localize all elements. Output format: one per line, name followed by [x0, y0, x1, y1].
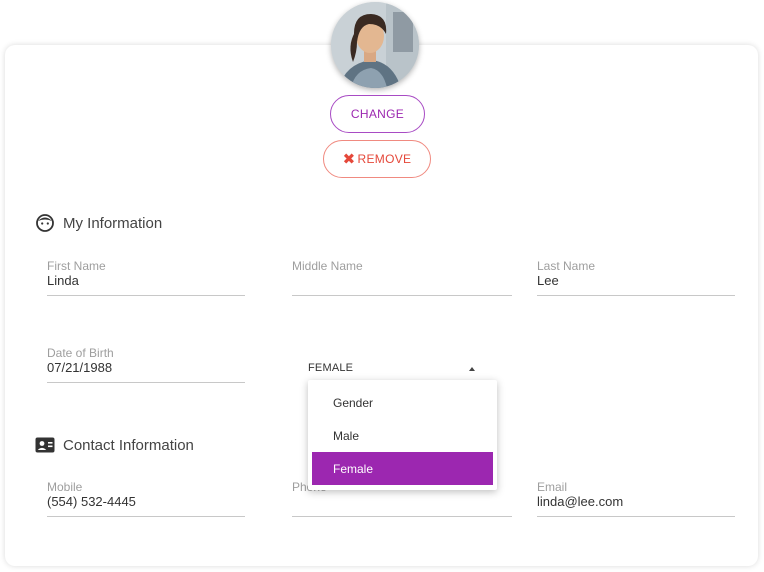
contact-information-heading: Contact Information [35, 435, 194, 455]
date-of-birth-field[interactable]: Date of Birth 07/21/1988 [47, 346, 245, 384]
middle-name-field[interactable]: Middle Name [292, 259, 512, 297]
gender-option-label: Male [333, 428, 360, 443]
gender-option-male[interactable]: Male [308, 419, 497, 452]
change-photo-label: CHANGE [350, 107, 405, 121]
date-of-birth-value: 07/21/1988 [47, 360, 113, 375]
face-icon [35, 213, 55, 233]
avatar [331, 2, 419, 88]
remove-photo-label: REMOVE [357, 152, 412, 166]
first-name-field[interactable]: First Name Linda [47, 259, 245, 297]
gender-select[interactable]: FEMALE [308, 362, 353, 374]
email-field[interactable]: Email linda@lee.com [537, 480, 735, 518]
last-name-label: Last Name [537, 259, 596, 273]
first-name-label: First Name [47, 259, 106, 273]
change-photo-button[interactable]: CHANGE [330, 95, 425, 133]
remove-photo-button[interactable]: ✖ REMOVE [323, 140, 431, 178]
email-value: linda@lee.com [537, 494, 624, 509]
my-information-heading: My Information [35, 213, 162, 233]
last-name-field[interactable]: Last Name Lee [537, 259, 735, 297]
contact-card-icon [35, 435, 55, 455]
caret-up-icon[interactable] [469, 367, 475, 371]
close-icon: ✖ [342, 150, 356, 168]
first-name-underline [47, 295, 245, 296]
gender-option-label: Gender [333, 395, 374, 410]
last-name-underline [537, 295, 735, 296]
gender-option-gender[interactable]: Gender [308, 386, 497, 419]
mobile-value: (554) 532-4445 [47, 494, 136, 509]
date-of-birth-label: Date of Birth [47, 346, 114, 360]
phone-underline [292, 516, 512, 517]
middle-name-label: Middle Name [292, 259, 363, 273]
mobile-underline [47, 516, 245, 517]
mobile-field[interactable]: Mobile (554) 532-4445 [47, 480, 245, 518]
date-of-birth-underline [47, 382, 245, 383]
avatar-photo [331, 2, 419, 88]
last-name-value: Lee [537, 273, 559, 288]
gender-option-female[interactable]: Female [312, 452, 493, 485]
email-underline [537, 516, 735, 517]
email-label: Email [537, 480, 568, 494]
contact-information-title: Contact Information [63, 436, 194, 454]
gender-dropdown-menu: Gender Male Female [308, 380, 497, 490]
middle-name-underline [292, 295, 512, 296]
first-name-value: Linda [47, 273, 79, 288]
mobile-label: Mobile [47, 480, 83, 494]
my-information-title: My Information [63, 214, 163, 232]
gender-option-label: Female [333, 461, 374, 476]
